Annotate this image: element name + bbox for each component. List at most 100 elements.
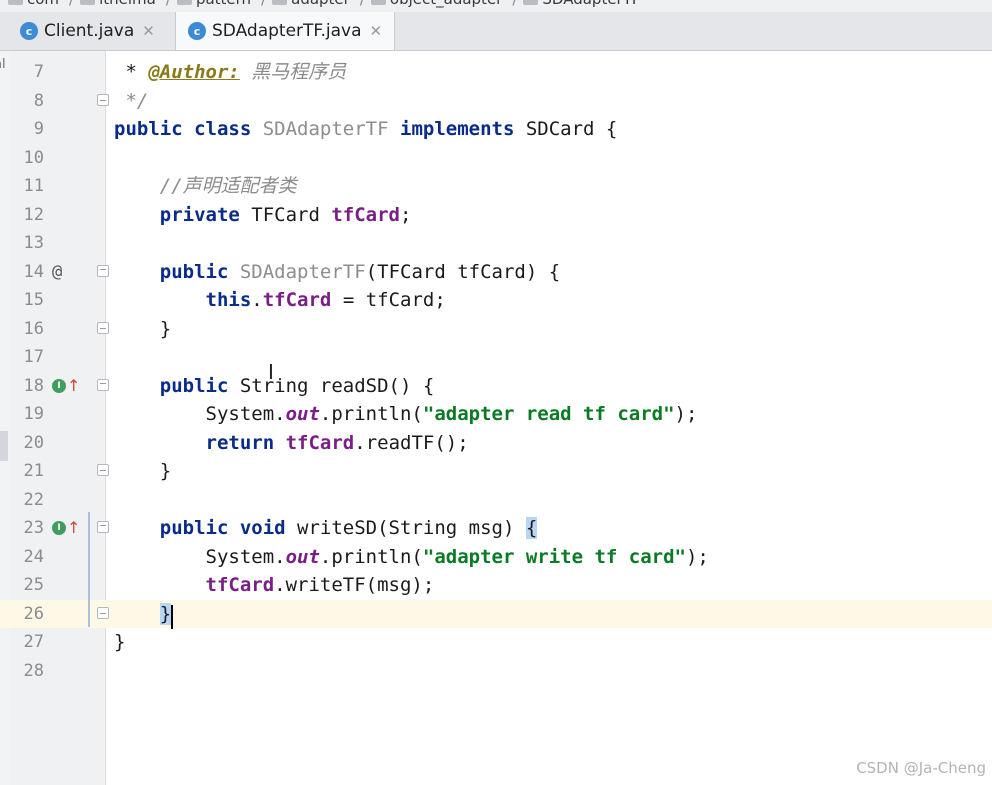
folder-icon (523, 0, 539, 5)
code-token: writeSD(String msg) (285, 517, 526, 539)
code-text[interactable]: } (114, 600, 172, 629)
breadcrumb-item[interactable]: pattern (176, 0, 251, 8)
line-number[interactable]: 26 (10, 600, 44, 629)
editor-tab-bar: c Client.java ✕ c SDAdapterTF.java ✕ (0, 12, 992, 51)
folder-icon (80, 0, 96, 5)
breadcrumb-item[interactable]: com (8, 0, 59, 8)
line-number[interactable]: 21 (10, 457, 44, 486)
fold-collapse-icon[interactable] (97, 521, 109, 533)
code-text[interactable]: public class SDAdapterTF implements SDCa… (114, 115, 617, 144)
fold-end-icon[interactable] (97, 321, 109, 334)
code-text[interactable]: * @Author: 黑马程序员 (114, 58, 346, 87)
code-text[interactable]: private TFCard tfCard; (114, 201, 412, 230)
overrides-constructor-icon[interactable]: @ (52, 261, 62, 283)
close-icon[interactable]: ✕ (142, 22, 155, 40)
fold-collapse-icon[interactable] (97, 378, 109, 391)
code-line[interactable]: 23 I ↑ public void writeSD(String msg) { (0, 514, 992, 543)
code-text[interactable]: this.tfCard = tfCard; (114, 286, 446, 315)
code-text[interactable]: public void writeSD(String msg) { (114, 514, 538, 543)
code-token: tfCard (331, 203, 400, 226)
line-number[interactable]: 19 (10, 400, 44, 429)
code-token: } (114, 631, 126, 653)
code-line[interactable]: 28 (0, 657, 992, 686)
code-text[interactable]: } (114, 628, 125, 657)
line-number[interactable]: 20 (10, 429, 44, 458)
code-line[interactable]: 8 */ (0, 87, 992, 116)
tab-client-java[interactable]: c Client.java ✕ (20, 12, 170, 50)
breadcrumb-item[interactable]: SDAdapterTF (523, 0, 641, 8)
line-number[interactable]: 25 (10, 571, 44, 600)
line-number[interactable]: 24 (10, 543, 44, 572)
code-text[interactable]: System.out.println("adapter read tf card… (114, 400, 698, 429)
code-line[interactable]: 10 (0, 144, 992, 173)
fold-end-icon[interactable] (97, 606, 109, 619)
code-line[interactable]: 7 * @Author: 黑马程序员 (0, 58, 992, 87)
code-line[interactable]: 19 System.out.println("adapter read tf c… (0, 400, 992, 429)
code-line[interactable]: 21 } (0, 457, 992, 486)
implements-method-icon[interactable]: I ↑ (52, 375, 80, 397)
line-number[interactable]: 27 (10, 628, 44, 657)
line-number[interactable]: 16 (10, 315, 44, 344)
code-line[interactable]: 17 (0, 343, 992, 372)
line-number[interactable]: 17 (10, 343, 44, 372)
line-number[interactable]: 7 (10, 58, 44, 87)
tab-sdadaptertf-java[interactable]: c SDAdapterTF.java ✕ (175, 12, 395, 50)
fold-end-icon[interactable] (97, 464, 109, 476)
fold-collapse-icon[interactable] (97, 264, 109, 277)
code-text[interactable]: public String readSD() { (114, 372, 435, 401)
breadcrumb-label: SDAdapterTF (542, 0, 640, 8)
code-line[interactable]: 18 I ↑ public String readSD() { (0, 372, 992, 401)
line-number[interactable]: 8 (10, 87, 44, 116)
code-text[interactable]: tfCard.writeTF(msg); (114, 571, 435, 600)
breadcrumb-separator: / (261, 0, 266, 8)
code-line[interactable]: 13 (0, 229, 992, 258)
code-token: SDAdapterTF (262, 118, 389, 140)
line-number[interactable]: 9 (10, 115, 44, 144)
close-icon[interactable]: ✕ (369, 22, 382, 40)
line-number[interactable]: 14 (10, 258, 44, 287)
line-number[interactable]: 10 (10, 144, 44, 173)
code-line[interactable]: 12 private TFCard tfCard; (0, 201, 992, 230)
code-line[interactable]: 15 this.tfCard = tfCard; (0, 286, 992, 315)
code-text[interactable]: } (114, 315, 171, 344)
line-number[interactable]: 23 (10, 514, 44, 543)
code-token: private (159, 203, 240, 226)
line-number[interactable]: 22 (10, 486, 44, 515)
line-number[interactable]: 15 (10, 286, 44, 315)
line-number[interactable]: 13 (10, 229, 44, 258)
code-text[interactable]: return tfCard.readTF(); (114, 429, 469, 458)
breadcrumb-label: object_adapter (390, 0, 502, 8)
code-text[interactable]: //声明适配者类 (114, 172, 297, 201)
code-text[interactable]: } (114, 457, 171, 486)
code-line[interactable]: 24 System.out.println("adapter write tf … (0, 543, 992, 572)
code-line[interactable]: 22 (0, 486, 992, 515)
vcs-change-marker[interactable] (88, 512, 90, 627)
line-number[interactable]: 11 (10, 172, 44, 201)
breadcrumb-item[interactable]: object_adapter (370, 0, 502, 8)
code-token: } (159, 602, 172, 625)
code-line[interactable]: 25 tfCard.writeTF(msg); (0, 571, 992, 600)
code-text[interactable]: System.out.println("adapter write tf car… (114, 543, 709, 572)
breadcrumb-item[interactable]: itheima (80, 0, 156, 8)
code-line[interactable]: 20 return tfCard.readTF(); (0, 429, 992, 458)
code-line[interactable]: 14 @ public SDAdapterTF(TFCard tfCard) { (0, 258, 992, 287)
breadcrumb-item[interactable]: adapter (272, 0, 350, 8)
fold-end-icon[interactable] (97, 93, 109, 106)
line-number[interactable]: 18 (10, 372, 44, 401)
line-number[interactable]: 28 (10, 657, 44, 686)
code-token: ); (674, 403, 698, 425)
code-line[interactable]: 9 public class SDAdapterTF implements SDC… (0, 115, 992, 144)
code-line[interactable]: 27} (0, 628, 992, 657)
code-line[interactable]: 11 //声明适配者类 (0, 172, 992, 201)
line-number[interactable]: 12 (10, 201, 44, 230)
implements-method-icon[interactable]: I ↑ (52, 517, 80, 539)
code-line[interactable]: 16 } (0, 315, 992, 344)
code-text[interactable]: public SDAdapterTF(TFCard tfCard) { (114, 258, 560, 287)
code-text[interactable]: */ (114, 87, 148, 116)
code-line[interactable]: 26 } (0, 599, 992, 629)
code-token: tfCard (205, 574, 275, 596)
